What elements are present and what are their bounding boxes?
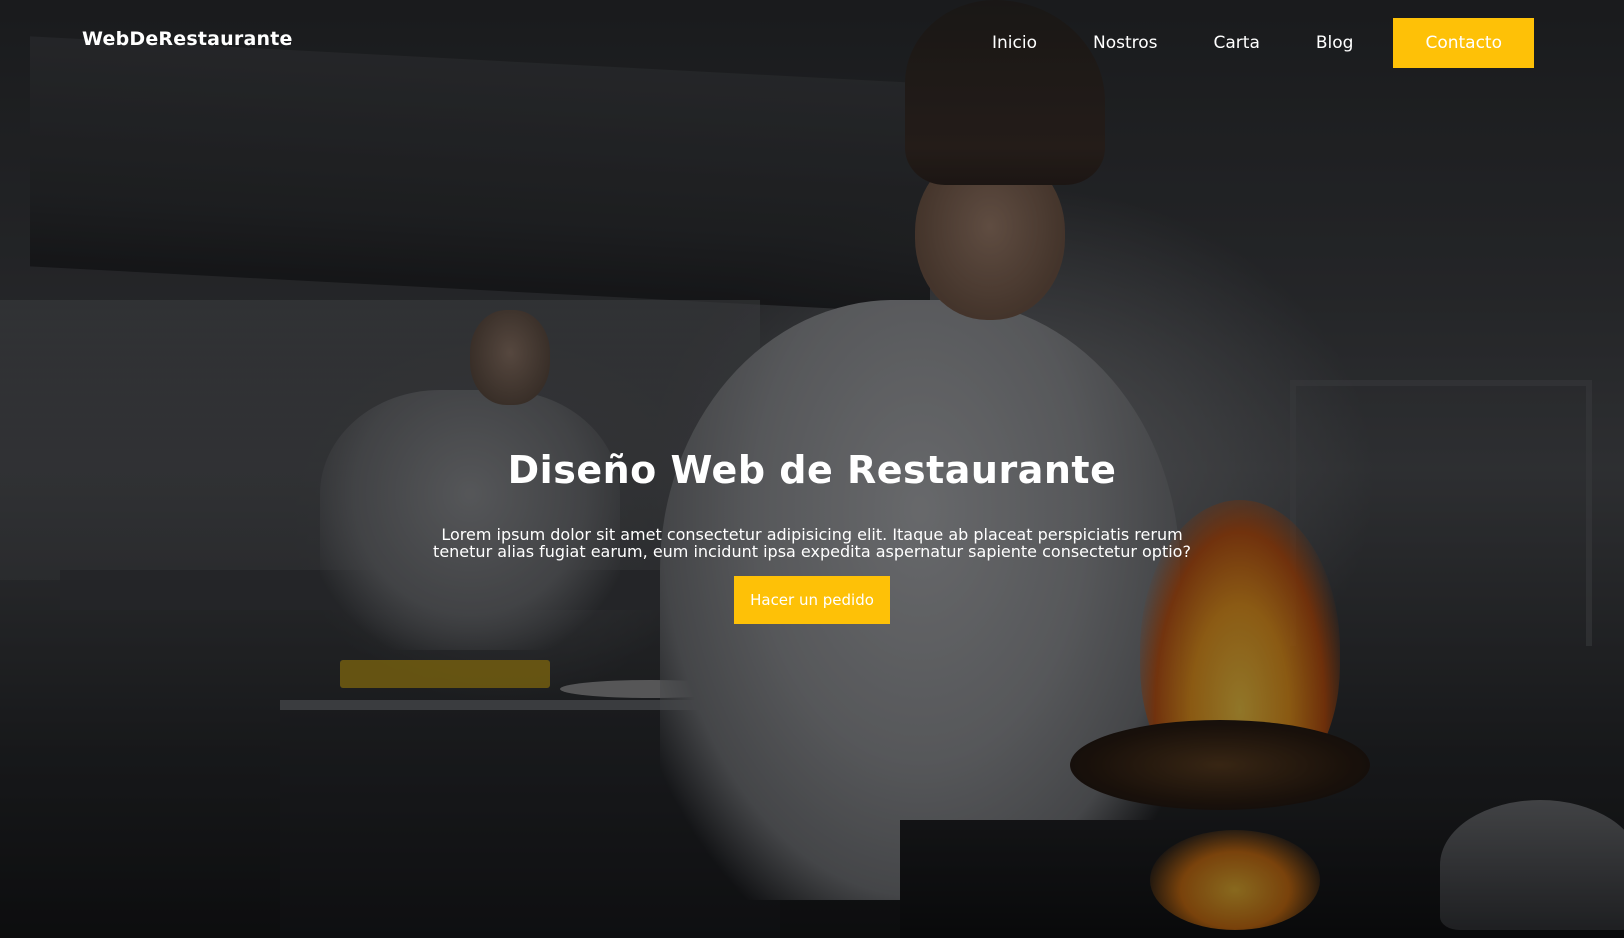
site-header: WebDeRestaurante Inicio Nostros Carta Bl… xyxy=(0,0,1624,86)
nav-link-carta[interactable]: Carta xyxy=(1214,33,1260,53)
hero-description: Lorem ipsum dolor sit amet consectetur a… xyxy=(433,525,1191,561)
hero-section: WebDeRestaurante Inicio Nostros Carta Bl… xyxy=(0,0,1624,938)
nav-link-nosotros[interactable]: Nostros xyxy=(1093,33,1158,53)
site-logo[interactable]: WebDeRestaurante xyxy=(82,28,293,50)
hero-title: Diseño Web de Restaurante xyxy=(507,448,1117,492)
nav-link-blog[interactable]: Blog xyxy=(1316,33,1354,53)
nav-link-inicio[interactable]: Inicio xyxy=(992,33,1037,53)
contact-button[interactable]: Contacto xyxy=(1393,18,1534,68)
main-nav: Inicio Nostros Carta Blog Contacto xyxy=(992,18,1534,68)
hero-content: Diseño Web de Restaurante Lorem ipsum do… xyxy=(0,448,1624,624)
order-button[interactable]: Hacer un pedido xyxy=(734,576,890,624)
